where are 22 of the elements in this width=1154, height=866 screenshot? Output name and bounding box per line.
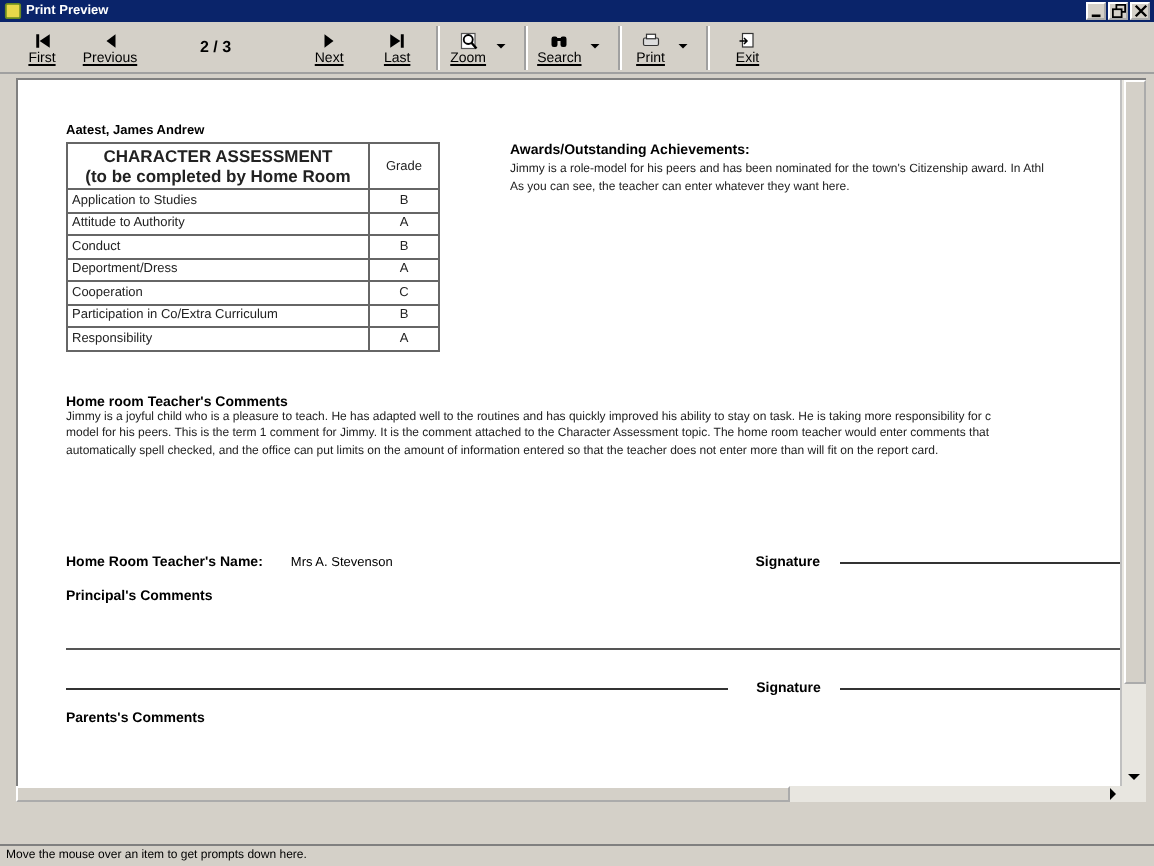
skip-end-icon	[388, 31, 407, 49]
minimize-button[interactable]	[1086, 2, 1106, 20]
close-icon	[1133, 4, 1147, 18]
scroll-right-icon[interactable]	[1110, 788, 1118, 800]
dropdown-arrow-icon	[589, 43, 600, 49]
magnifier-icon	[459, 31, 478, 49]
dropdown-arrow-icon	[677, 43, 688, 49]
triangle-right-icon	[320, 31, 339, 49]
skip-start-icon	[33, 31, 51, 49]
printer-icon	[641, 31, 660, 49]
dropdown-arrow-icon	[495, 43, 506, 49]
scroll-down-icon[interactable]	[1128, 774, 1140, 782]
binoculars-icon	[550, 31, 569, 49]
vertical-scrollbar[interactable]	[1120, 80, 1146, 786]
app-icon	[4, 2, 22, 20]
triangle-left-icon	[101, 31, 119, 49]
restore-icon	[1111, 4, 1125, 18]
door-exit-icon	[738, 31, 757, 49]
restore-button[interactable]	[1108, 2, 1128, 20]
table-heading: CHARACTER ASSESSMENT (to be completed by Home Room	[67, 143, 369, 189]
close-button[interactable]	[1130, 2, 1150, 20]
page-indicator: 2 / 3	[200, 38, 232, 56]
